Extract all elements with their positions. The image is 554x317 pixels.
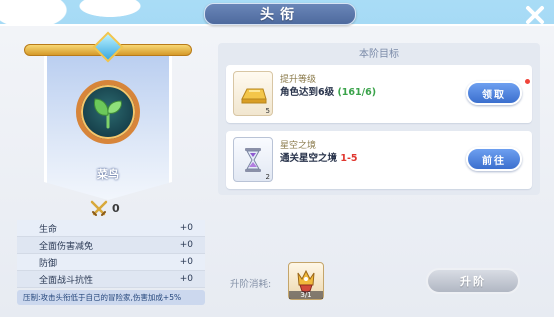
task-desc-text: 通关星空之境 bbox=[280, 153, 338, 164]
stat-row-damage-reduction: 全面伤害减免 +0 bbox=[17, 237, 205, 254]
battle-power-value: 0 bbox=[112, 201, 120, 215]
stats-list: 生命 +0 全面伤害减免 +0 防御 +0 全面战斗抗性 +0 bbox=[17, 220, 205, 288]
task-reward-slot[interactable]: 2 bbox=[233, 137, 273, 182]
task-card-starry: 2 星空之境 通关星空之境 1-5 前往 bbox=[226, 131, 532, 189]
goto-button[interactable]: 前往 bbox=[466, 147, 522, 171]
upgrade-cost-item[interactable]: 3/1 bbox=[288, 262, 324, 300]
title-name: 菜鸟 bbox=[97, 168, 119, 181]
window-title: 头衔 bbox=[260, 7, 300, 23]
stat-value: +0 bbox=[179, 274, 193, 284]
stat-value: +0 bbox=[179, 240, 193, 250]
stat-value: +0 bbox=[179, 257, 193, 267]
task-description: 通关星空之境 1-5 bbox=[280, 150, 358, 164]
stat-value: +0 bbox=[179, 223, 193, 233]
stat-row-hp: 生命 +0 bbox=[17, 220, 205, 237]
claim-button[interactable]: 领取 bbox=[466, 81, 522, 105]
suppression-bonus-text: 压制:攻击头衔低于自己的冒险家,伤害加成+5% bbox=[17, 290, 205, 305]
gold-bar-icon bbox=[241, 88, 267, 103]
close-button[interactable] bbox=[522, 2, 548, 28]
stat-name: 全面战斗抗性 bbox=[39, 275, 94, 286]
upgrade-cost-label: 升阶消耗: bbox=[230, 279, 272, 290]
stat-name: 生命 bbox=[39, 224, 58, 235]
stat-name: 防御 bbox=[39, 258, 58, 269]
stat-row-resistance: 全面战斗抗性 +0 bbox=[17, 271, 205, 288]
battle-power-row: 0 bbox=[90, 200, 120, 216]
task-progress: (161/6) bbox=[337, 87, 377, 98]
crossed-swords-icon bbox=[90, 200, 108, 216]
upgrade-button[interactable]: 升阶 bbox=[426, 268, 520, 294]
task-desc-text: 角色达到6级 bbox=[280, 87, 335, 98]
close-icon bbox=[526, 6, 544, 24]
reward-count: 5 bbox=[265, 107, 270, 115]
hourglass-icon bbox=[245, 147, 261, 172]
sprout-medal-icon bbox=[94, 98, 122, 129]
cost-count: 3/1 bbox=[289, 291, 323, 299]
stage-goal-panel: 本阶目标 5 提升等级 角色达到6级 (161/6) 领取 2 星空之境 通关星… bbox=[218, 43, 540, 195]
task-description: 角色达到6级 (161/6) bbox=[280, 84, 376, 98]
title-banner: 菜鸟 0 bbox=[10, 31, 206, 216]
stat-name: 全面伤害减免 bbox=[39, 241, 94, 252]
task-reward-slot[interactable]: 5 bbox=[233, 71, 273, 116]
window-title-bar: 头衔 bbox=[204, 3, 356, 25]
reward-count: 2 bbox=[265, 173, 270, 181]
task-card-level: 5 提升等级 角色达到6级 (161/6) 领取 bbox=[226, 65, 532, 123]
goal-panel-header: 本阶目标 bbox=[359, 48, 399, 60]
task-progress: 1-5 bbox=[340, 153, 358, 164]
notification-dot bbox=[524, 78, 531, 85]
title-medal bbox=[76, 80, 140, 144]
stat-row-defense: 防御 +0 bbox=[17, 254, 205, 271]
